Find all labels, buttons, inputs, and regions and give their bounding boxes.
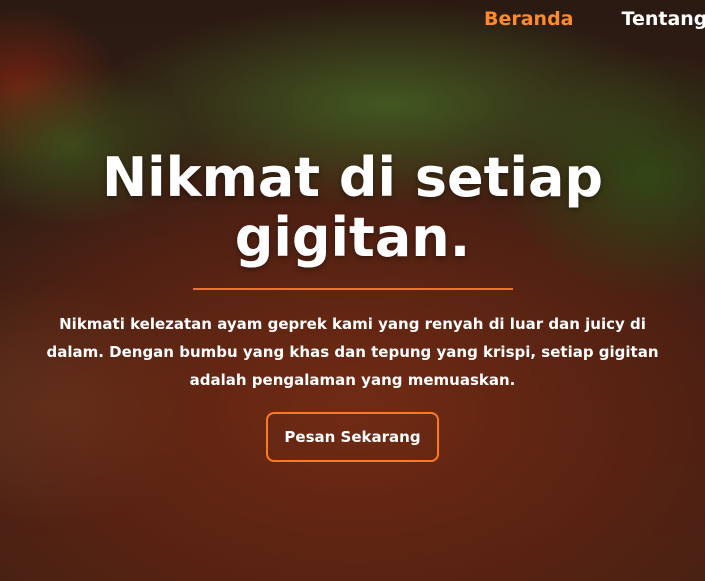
hero-description: Nikmati kelezatan ayam geprek kami yang …	[46, 315, 659, 389]
hero-title: Nikmat di setiap gigitan.	[101, 146, 604, 269]
hero-section: Nikmat di setiap gigitan. Nikmati keleza…	[0, 148, 705, 462]
order-now-button[interactable]: Pesan Sekarang	[266, 412, 439, 462]
title-divider	[192, 288, 513, 290]
nav-link-beranda[interactable]: Beranda	[484, 8, 574, 30]
nav-link-tentang[interactable]: Tentang	[622, 8, 705, 30]
top-nav: Beranda Tentang	[484, 8, 705, 30]
